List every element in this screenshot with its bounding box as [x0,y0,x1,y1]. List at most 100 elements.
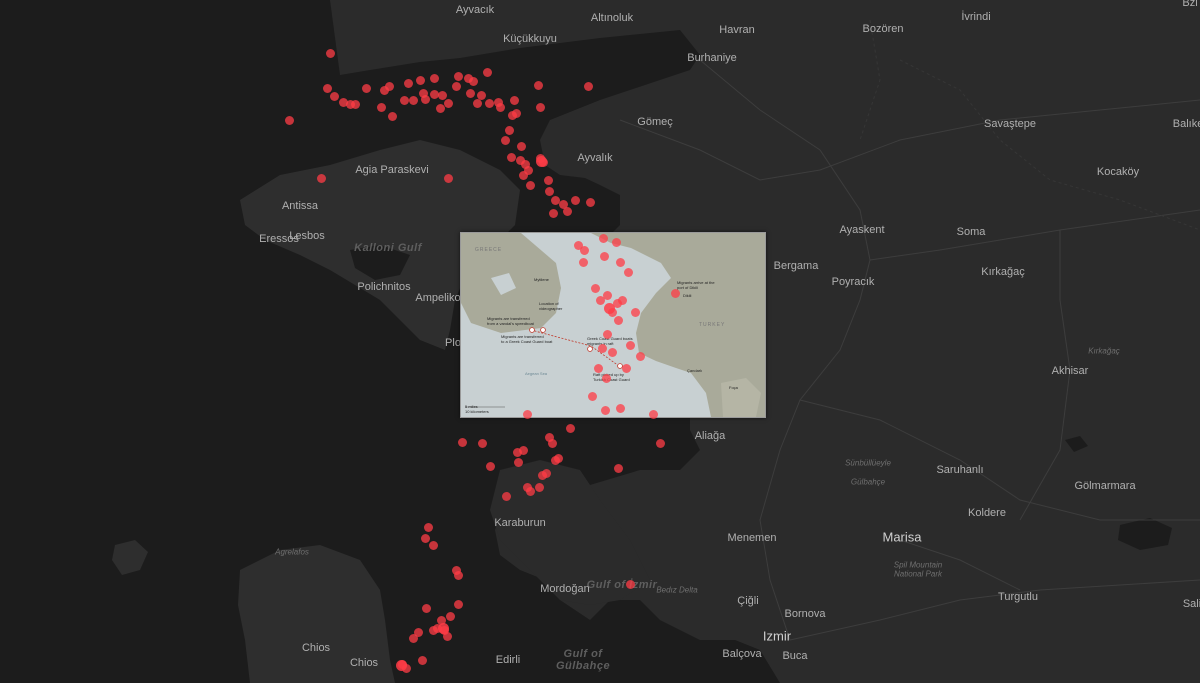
incident-dot[interactable] [457,437,467,447]
incident-dot[interactable] [350,99,360,109]
incident-dot[interactable] [472,98,482,108]
incident-dot[interactable] [451,81,461,91]
incident-dot[interactable] [453,599,463,609]
incident-dot[interactable] [476,90,486,100]
incident-dot[interactable] [523,165,533,175]
incident-dot[interactable] [670,288,680,298]
incident-dot[interactable] [468,76,478,86]
incident-dot[interactable] [570,195,580,205]
incident-dot[interactable] [593,363,603,373]
incident-dot-cluster[interactable] [535,155,547,167]
incident-dot[interactable] [484,98,494,108]
incident-dot[interactable] [533,80,543,90]
incident-dot[interactable] [435,103,445,113]
incident-dot[interactable] [601,373,611,383]
incident-dot[interactable] [534,482,544,492]
incident-dot[interactable] [611,237,621,247]
incident-dot[interactable] [316,173,326,183]
incident-dot[interactable] [408,95,418,105]
incident-dot[interactable] [399,95,409,105]
incident-dot[interactable] [602,329,612,339]
incident-dot[interactable] [525,180,535,190]
incident-dot[interactable] [600,405,610,415]
incident-dot[interactable] [597,343,607,353]
incident-dot[interactable] [613,315,623,325]
inset-map[interactable]: GREECE TURKEY Aegean Sea Mytilene Location o… [460,232,766,418]
incident-dot[interactable] [518,445,528,455]
incident-dot[interactable] [648,409,658,419]
incident-dot[interactable] [602,290,612,300]
incident-dot[interactable] [506,152,516,162]
map-canvas[interactable]: Ayvacık Altınoluk Küçükkuyu Havran Burhaniye… [0,0,1200,683]
incident-dot[interactable] [376,102,386,112]
incident-dot[interactable] [522,409,532,419]
incident-dot[interactable] [553,453,563,463]
incident-dot[interactable] [625,340,635,350]
incident-dot[interactable] [598,233,608,243]
incident-dot[interactable] [544,186,554,196]
incident-dot[interactable] [615,403,625,413]
incident-dot-cluster[interactable] [603,302,615,314]
incident-dot[interactable] [413,627,423,637]
incident-dot[interactable] [513,457,523,467]
incident-dot[interactable] [623,267,633,277]
incident-dot[interactable] [578,257,588,267]
incident-dot[interactable] [445,611,455,621]
incident-dot[interactable] [655,438,665,448]
incident-dot[interactable] [361,83,371,93]
incident-dot[interactable] [562,206,572,216]
incident-dot[interactable] [543,175,553,185]
incident-dot[interactable] [599,251,609,261]
incident-dot[interactable] [387,111,397,121]
incident-dot[interactable] [421,603,431,613]
incident-dot[interactable] [453,570,463,580]
incident-dot[interactable] [565,423,575,433]
incident-dot[interactable] [384,81,394,91]
incident-dot[interactable] [415,75,425,85]
incident-dot[interactable] [547,438,557,448]
incident-dot[interactable] [325,48,335,58]
incident-dot[interactable] [541,468,551,478]
incident-dot[interactable] [613,463,623,473]
incident-dot[interactable] [420,533,430,543]
incident-dot[interactable] [284,115,294,125]
incident-dot[interactable] [511,108,521,118]
incident-dot[interactable] [630,307,640,317]
incident-dot[interactable] [429,73,439,83]
incident-dot[interactable] [403,78,413,88]
incident-dot[interactable] [428,540,438,550]
incident-dot[interactable] [590,283,600,293]
incident-dot[interactable] [501,491,511,501]
incident-dot[interactable] [625,579,635,589]
incident-dot-cluster[interactable] [437,622,449,634]
incident-dot[interactable] [495,102,505,112]
incident-dot[interactable] [579,245,589,255]
incident-dot[interactable] [635,351,645,361]
incident-dot[interactable] [477,438,487,448]
incident-dot[interactable] [437,90,447,100]
incident-dot[interactable] [548,208,558,218]
incident-dot[interactable] [621,363,631,373]
incident-dot[interactable] [329,91,339,101]
incident-dot[interactable] [423,522,433,532]
incident-dot[interactable] [500,135,510,145]
incident-dot[interactable] [525,486,535,496]
incident-dot[interactable] [443,98,453,108]
incident-dot[interactable] [443,173,453,183]
incident-dot[interactable] [453,71,463,81]
incident-dot[interactable] [587,391,597,401]
incident-dot[interactable] [607,347,617,357]
incident-dot[interactable] [585,197,595,207]
incident-dot[interactable] [420,94,430,104]
incident-dot[interactable] [504,125,514,135]
incident-dot[interactable] [465,88,475,98]
incident-dot[interactable] [583,81,593,91]
incident-dot[interactable] [535,102,545,112]
incident-dot[interactable] [617,295,627,305]
incident-dot-cluster[interactable] [395,659,407,671]
incident-dot[interactable] [615,257,625,267]
incident-dot[interactable] [417,655,427,665]
incident-dot[interactable] [516,141,526,151]
incident-dot[interactable] [485,461,495,471]
incident-dot[interactable] [509,95,519,105]
